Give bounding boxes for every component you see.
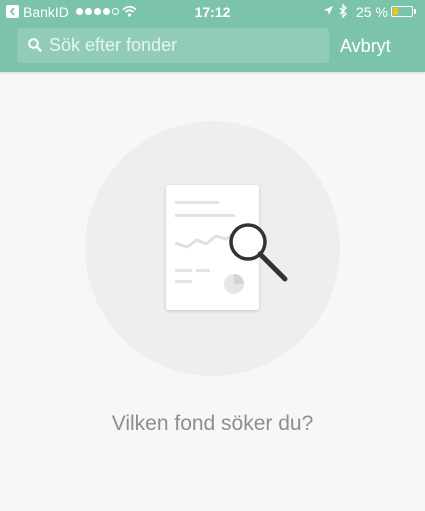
fund-search-illustration-icon — [166, 185, 288, 310]
battery-icon — [391, 6, 413, 17]
location-arrow-icon — [324, 6, 333, 15]
battery-percentage: 25 % — [356, 4, 388, 20]
empty-state-prompt: Vilken fond söker du? — [111, 412, 314, 435]
battery-tip — [414, 9, 416, 14]
bluetooth-icon — [339, 4, 347, 18]
top-bar: BankID 17:12 25 % Avbryt — [0, 0, 425, 72]
status-bar: BankID 17:12 25 % — [0, 0, 425, 24]
cancel-button[interactable]: Avbryt — [340, 34, 410, 58]
search-icon — [28, 38, 42, 52]
search-bar[interactable] — [17, 28, 329, 63]
search-input[interactable] — [49, 28, 319, 63]
